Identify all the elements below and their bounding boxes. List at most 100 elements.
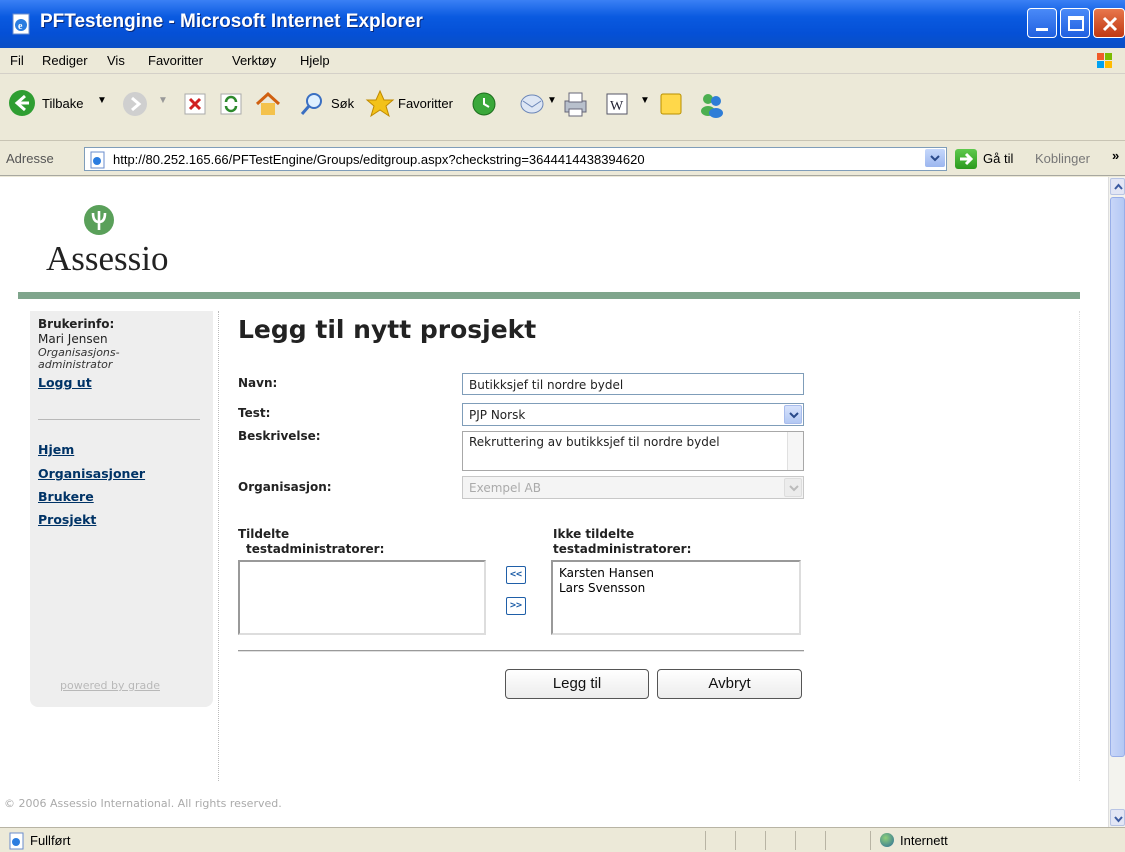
- sidebar: Brukerinfo: Mari Jensen Organisasjons-ad…: [30, 311, 213, 707]
- ie-page-icon: e: [12, 13, 30, 35]
- vertical-scrollbar[interactable]: [1108, 177, 1125, 827]
- organisation-value: Exempel AB: [469, 481, 541, 495]
- favorites-label[interactable]: Favoritter: [398, 96, 453, 111]
- chevron-down-icon: [789, 485, 799, 492]
- discuss-icon[interactable]: [658, 91, 684, 117]
- word-edit-icon[interactable]: W: [604, 91, 630, 117]
- header-divider: [18, 292, 1080, 299]
- logout-link[interactable]: Logg ut: [38, 375, 92, 390]
- assigned-label-line1: Tildelte: [238, 527, 290, 541]
- sidebar-item-users[interactable]: Brukere: [38, 489, 94, 504]
- assigned-admins-list[interactable]: [238, 560, 486, 635]
- description-value: Rekruttering av butikksjef til nordre by…: [469, 435, 720, 449]
- sidebar-item-projects[interactable]: Prosjekt: [38, 512, 96, 527]
- search-icon[interactable]: [298, 90, 326, 118]
- menu-edit[interactable]: Rediger: [42, 53, 88, 68]
- favorites-star-icon[interactable]: [365, 89, 395, 119]
- minimize-icon: [1036, 28, 1048, 31]
- chevron-up-icon: [1114, 183, 1123, 190]
- status-separator: [870, 831, 871, 850]
- list-item[interactable]: Lars Svensson: [559, 581, 645, 595]
- back-arrow-icon[interactable]: [8, 89, 36, 117]
- description-scrollbar[interactable]: [787, 432, 803, 470]
- links-label[interactable]: Koblinger: [1035, 151, 1090, 166]
- menu-tools[interactable]: Verktøy: [232, 53, 276, 68]
- mail-icon[interactable]: [518, 90, 548, 118]
- sidebar-item-home[interactable]: Hjem: [38, 442, 74, 457]
- forward-arrow-icon[interactable]: [122, 91, 148, 117]
- test-dropdown-button[interactable]: [784, 405, 802, 424]
- content-right-border: [1079, 311, 1080, 781]
- menu-file[interactable]: Fil: [10, 53, 24, 68]
- address-label: Adresse: [6, 151, 54, 166]
- windows-logo-icon: [1097, 53, 1112, 68]
- maximize-icon: [1068, 16, 1084, 31]
- minimize-button[interactable]: [1027, 8, 1057, 38]
- go-label[interactable]: Gå til: [983, 151, 1013, 166]
- scroll-thumb[interactable]: [1110, 197, 1125, 757]
- forward-dropdown-icon[interactable]: ▼: [158, 95, 168, 106]
- messenger-icon[interactable]: [697, 89, 727, 119]
- close-button[interactable]: [1093, 8, 1125, 38]
- status-separator: [735, 831, 736, 850]
- chevron-down-icon: [789, 412, 799, 419]
- menu-view[interactable]: Vis: [107, 53, 125, 68]
- list-item[interactable]: Karsten Hansen: [559, 566, 654, 580]
- refresh-icon[interactable]: [219, 92, 243, 116]
- test-label: Test:: [238, 406, 271, 420]
- move-right-button[interactable]: >>: [506, 597, 526, 615]
- title-bar[interactable]: e PFTestengine - Microsoft Internet Expl…: [0, 0, 1125, 48]
- assigned-label-line2: testadministratorer:: [246, 542, 385, 556]
- back-label[interactable]: Tilbake: [42, 96, 83, 111]
- page-title: Legg til nytt prosjekt: [238, 315, 537, 344]
- standard-toolbar: Tilbake ▼ ▼ Søk Favoritter ▼ W ▼: [0, 75, 1125, 141]
- assessio-logo-icon: [84, 205, 114, 235]
- status-bar: Fullført Internett: [0, 827, 1125, 852]
- address-input[interactable]: http://80.252.165.66/PFTestEngine/Groups…: [84, 147, 947, 171]
- window-title: PFTestengine - Microsoft Internet Explor…: [40, 11, 423, 32]
- go-button[interactable]: [955, 149, 977, 169]
- name-value: Butikksjef til nordre bydel: [469, 378, 624, 392]
- address-url[interactable]: http://80.252.165.66/PFTestEngine/Groups…: [113, 152, 645, 167]
- scroll-down-button[interactable]: [1110, 809, 1125, 826]
- maximize-button[interactable]: [1060, 8, 1090, 38]
- status-separator: [705, 831, 706, 850]
- home-icon[interactable]: [254, 90, 282, 118]
- chevron-down-icon: [1114, 816, 1123, 823]
- address-dropdown-button[interactable]: [925, 149, 945, 167]
- edit-dropdown-icon[interactable]: ▼: [640, 95, 650, 106]
- search-label[interactable]: Søk: [331, 96, 354, 111]
- status-separator: [825, 831, 826, 850]
- copyright-text: © 2006 Assessio International. All right…: [4, 797, 282, 810]
- assessio-logo-text: Assessio: [46, 239, 169, 278]
- menu-help[interactable]: Hjelp: [300, 53, 330, 68]
- page-done-icon: [9, 832, 24, 850]
- browser-window: e PFTestengine - Microsoft Internet Expl…: [0, 0, 1125, 852]
- unassigned-label-line2: testadministratorer:: [553, 542, 692, 556]
- add-button[interactable]: Legg til: [505, 669, 649, 699]
- name-label: Navn:: [238, 376, 278, 390]
- move-left-button[interactable]: <<: [506, 566, 526, 584]
- mail-dropdown-icon[interactable]: ▼: [547, 95, 557, 106]
- address-bar: Adresse http://80.252.165.66/PFTestEngin…: [0, 142, 1125, 176]
- links-chevron-icon[interactable]: »: [1112, 148, 1119, 163]
- stop-icon[interactable]: [183, 92, 207, 116]
- powered-by-link[interactable]: powered by grade: [60, 679, 160, 692]
- name-input[interactable]: Butikksjef til nordre bydel: [462, 373, 804, 395]
- user-name: Mari Jensen: [38, 332, 108, 346]
- print-icon[interactable]: [560, 89, 590, 119]
- sidebar-item-organisations[interactable]: Organisasjoner: [38, 466, 145, 481]
- back-dropdown-icon[interactable]: ▼: [97, 95, 107, 106]
- organisation-dropdown-button: [784, 478, 802, 497]
- unassigned-admins-list[interactable]: Karsten Hansen Lars Svensson: [551, 560, 801, 635]
- security-zone-text: Internett: [900, 833, 948, 848]
- menu-favorites[interactable]: Favoritter: [148, 53, 203, 68]
- assigned-admins-label: Tildelte testadministratorer:: [238, 527, 384, 557]
- description-label: Beskrivelse:: [238, 429, 321, 443]
- description-textarea[interactable]: Rekruttering av butikksjef til nordre by…: [462, 431, 804, 471]
- history-icon[interactable]: [470, 90, 498, 118]
- scroll-up-button[interactable]: [1110, 178, 1125, 195]
- test-select[interactable]: PJP Norsk: [462, 403, 804, 426]
- unassigned-admins-label: Ikke tildelte testadministratorer:: [553, 527, 691, 557]
- cancel-button[interactable]: Avbryt: [657, 669, 802, 699]
